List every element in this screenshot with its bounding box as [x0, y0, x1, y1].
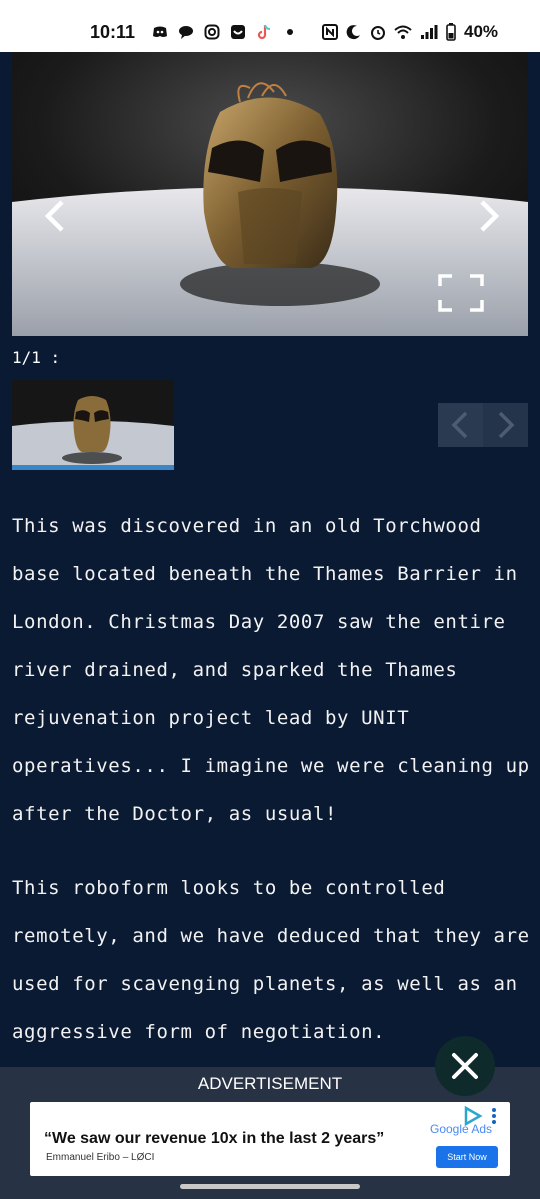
battery-percent: 40% [464, 22, 499, 41]
close-icon [452, 1053, 478, 1079]
battery-icon [446, 23, 456, 41]
dot-icon [287, 29, 293, 35]
chat-icon [179, 26, 193, 39]
thumbnail-active-indicator [12, 465, 174, 470]
image-gallery[interactable] [12, 52, 528, 336]
ad-start-button[interactable]: Start Now [436, 1146, 498, 1168]
home-indicator[interactable] [180, 1184, 360, 1189]
chevron-right-icon [498, 411, 515, 439]
ad-close-button[interactable] [435, 1036, 495, 1096]
ad-quote: “We saw our revenue 10x in the last 2 ye… [44, 1130, 385, 1147]
gallery-next-arrow-icon[interactable] [468, 196, 508, 236]
thumbnail-prev-button[interactable] [438, 403, 483, 447]
thumbnail-image [12, 380, 174, 470]
gallery-counter: 1/1 : [12, 348, 61, 367]
instagram-icon [204, 24, 220, 40]
ad-card[interactable]: Google Ads “We saw our revenue 10x in th… [30, 1102, 510, 1176]
fullscreen-icon[interactable] [438, 274, 484, 312]
notification-icons [152, 24, 298, 40]
discord-icon [153, 26, 167, 37]
moon-icon [346, 25, 360, 40]
system-status: 40% [322, 22, 498, 42]
article-body: This was discovered in an old Torchwood … [12, 502, 532, 1082]
wifi-icon [394, 25, 412, 39]
app-icon [231, 25, 245, 39]
status-bar: 10:11 40% [0, 0, 540, 52]
alarm-icon [371, 26, 385, 40]
chevron-left-icon [451, 411, 468, 439]
article-paragraph: This was discovered in an old Torchwood … [12, 515, 530, 825]
nfc-icon [322, 24, 338, 40]
ad-brand: Google Ads [430, 1122, 493, 1136]
tiktok-icon [257, 24, 271, 40]
gallery-prev-arrow-icon[interactable] [36, 196, 76, 236]
gallery-thumbnail[interactable] [12, 380, 174, 470]
status-time: 10:11 [90, 22, 136, 42]
thumbnail-next-button[interactable] [483, 403, 528, 447]
article-paragraph: This roboform looks to be controlled rem… [12, 877, 530, 1043]
ad-author: Emmanuel Eribo – LØCI [46, 1152, 155, 1163]
signal-icon [421, 25, 438, 39]
